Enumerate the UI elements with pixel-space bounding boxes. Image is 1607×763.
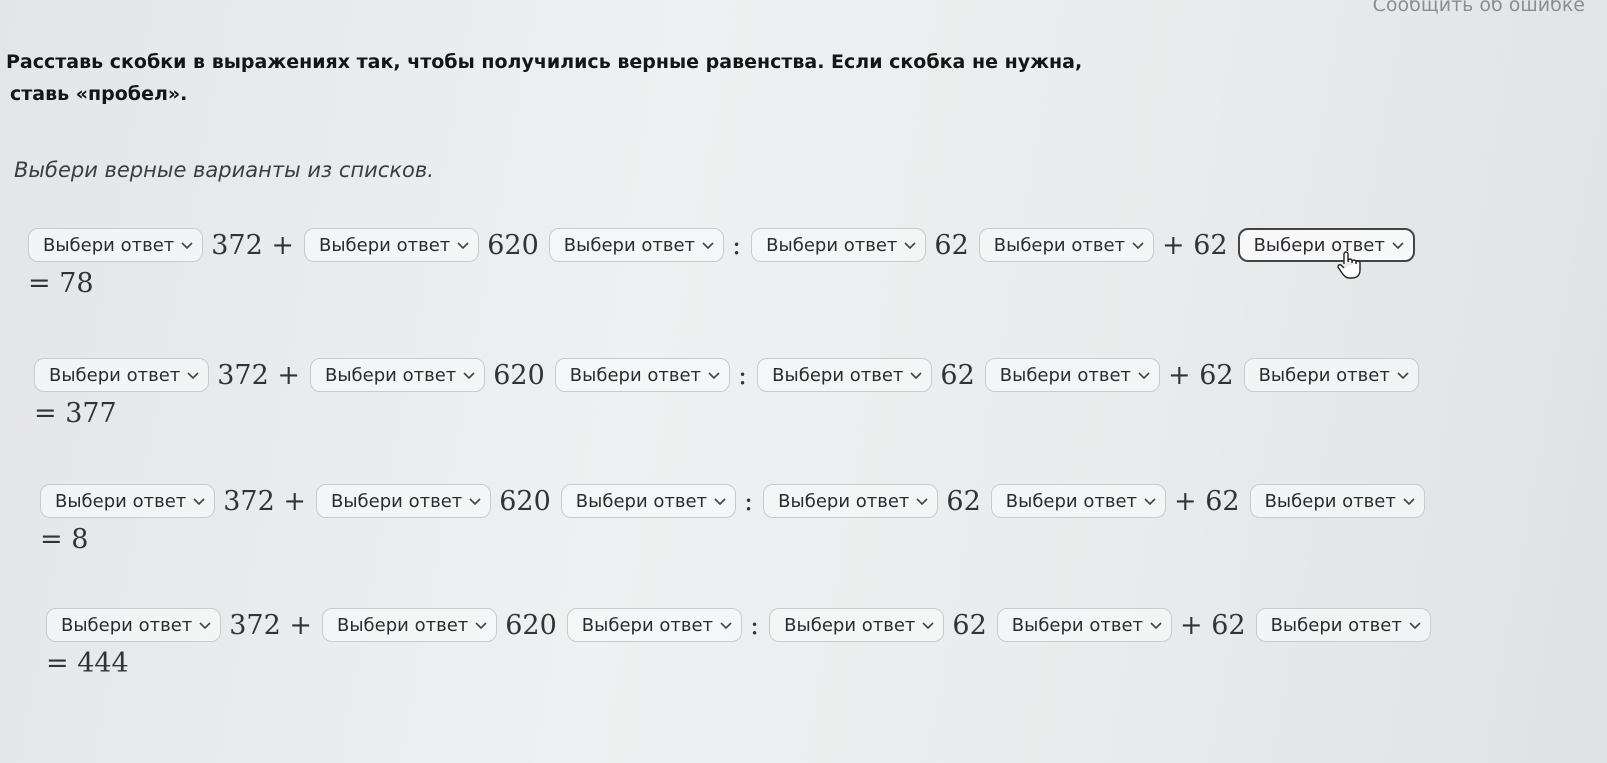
task-instruction-line-1: Расставь скобки в выражениях так, чтобы … <box>6 51 1083 73</box>
term-620: 620 <box>499 485 551 517</box>
equation-result: = 78 <box>28 268 94 299</box>
term-plus-62: + 62 <box>1168 359 1234 391</box>
chevron-down-icon <box>456 238 470 252</box>
term-divide: : <box>744 485 754 517</box>
term-divide: : <box>732 229 742 261</box>
term-62: 62 <box>940 359 975 391</box>
bracket-select-3[interactable]: Выбери ответ <box>548 228 725 262</box>
bracket-select-6[interactable]: Выбери ответ <box>1255 608 1431 642</box>
bracket-select-5[interactable]: Выбери ответ <box>996 608 1173 642</box>
bracket-select-2[interactable]: Выбери ответ <box>316 484 492 518</box>
chevron-down-icon <box>186 368 200 382</box>
term-62: 62 <box>952 609 987 641</box>
equation-row-4: Выбери ответ 372 + Выбери ответ 620 Выбе… <box>46 608 1607 679</box>
chevron-down-icon <box>909 368 923 382</box>
term-62: 62 <box>946 485 981 517</box>
term-plus-62: + 62 <box>1180 609 1246 641</box>
chevron-down-icon <box>1143 494 1157 508</box>
bracket-select-4[interactable]: Выбери ответ <box>763 484 939 518</box>
equation-row-2: Выбери ответ 372 + Выбери ответ 620 Выбе… <box>34 358 1607 429</box>
chevron-down-icon <box>1402 494 1416 508</box>
bracket-select-2[interactable]: Выбери ответ <box>304 228 480 262</box>
bracket-select-3[interactable]: Выбери ответ <box>566 608 743 642</box>
equation-result: = 377 <box>34 398 117 429</box>
bracket-select-3[interactable]: Выбери ответ <box>554 358 731 392</box>
chevron-down-icon <box>903 238 917 252</box>
hand-cursor-icon <box>1336 250 1362 280</box>
task-instruction: Расставь скобки в выражениях так, чтобы … <box>6 46 1106 110</box>
chevron-down-icon <box>468 494 482 508</box>
term-divide: : <box>738 359 748 391</box>
bracket-select-6[interactable]: Выбери ответ <box>1249 484 1425 518</box>
bracket-select-5[interactable]: Выбери ответ <box>984 358 1161 392</box>
equation-result: = 444 <box>46 648 129 679</box>
equation-result: = 8 <box>40 524 89 555</box>
task-hint: Выбери верные варианты из списков. <box>14 158 434 182</box>
chevron-down-icon <box>192 494 206 508</box>
term-62: 62 <box>934 229 969 261</box>
term-620: 620 <box>487 229 539 261</box>
bracket-select-3[interactable]: Выбери ответ <box>560 484 737 518</box>
term-plus-62: + 62 <box>1162 229 1228 261</box>
bracket-select-4[interactable]: Выбери ответ <box>757 358 933 392</box>
chevron-down-icon <box>1391 238 1405 252</box>
bracket-select-1[interactable]: Выбери ответ <box>34 358 210 392</box>
bracket-select-1[interactable]: Выбери ответ <box>46 608 222 642</box>
report-error-link[interactable]: Сообщить об ошибке <box>1373 0 1585 16</box>
term-372-plus: 372 + <box>217 359 300 391</box>
chevron-down-icon <box>198 618 212 632</box>
chevron-down-icon <box>462 368 476 382</box>
chevron-down-icon <box>915 494 929 508</box>
term-plus-62: + 62 <box>1174 485 1240 517</box>
chevron-down-icon <box>701 238 715 252</box>
bracket-select-1[interactable]: Выбери ответ <box>28 228 204 262</box>
bracket-select-2[interactable]: Выбери ответ <box>310 358 486 392</box>
term-372-plus: 372 + <box>211 229 294 261</box>
chevron-down-icon <box>713 494 727 508</box>
bracket-select-4[interactable]: Выбери ответ <box>751 228 927 262</box>
equation-row-3: Выбери ответ 372 + Выбери ответ 620 Выбе… <box>40 484 1607 555</box>
bracket-select-2[interactable]: Выбери ответ <box>322 608 498 642</box>
bracket-select-6[interactable]: Выбери ответ <box>1237 228 1415 262</box>
chevron-down-icon <box>1131 238 1145 252</box>
term-divide: : <box>750 609 760 641</box>
chevron-down-icon <box>1137 368 1151 382</box>
bracket-select-5[interactable]: Выбери ответ <box>978 228 1155 262</box>
chevron-down-icon <box>719 618 733 632</box>
equation-row-1: Выбери ответ 372 + Выбери ответ 620 Выбе… <box>28 228 1607 299</box>
chevron-down-icon <box>180 238 194 252</box>
term-372-plus: 372 + <box>229 609 312 641</box>
bracket-select-4[interactable]: Выбери ответ <box>769 608 945 642</box>
term-620: 620 <box>493 359 545 391</box>
chevron-down-icon <box>1149 618 1163 632</box>
chevron-down-icon <box>921 618 935 632</box>
term-372-plus: 372 + <box>223 485 306 517</box>
chevron-down-icon <box>1396 368 1410 382</box>
task-instruction-line-2: ставь «пробел». <box>10 83 188 105</box>
chevron-down-icon <box>707 368 721 382</box>
chevron-down-icon <box>474 618 488 632</box>
chevron-down-icon <box>1408 618 1422 632</box>
bracket-select-6[interactable]: Выбери ответ <box>1243 358 1419 392</box>
bracket-select-5[interactable]: Выбери ответ <box>990 484 1167 518</box>
bracket-select-1[interactable]: Выбери ответ <box>40 484 216 518</box>
term-620: 620 <box>505 609 557 641</box>
